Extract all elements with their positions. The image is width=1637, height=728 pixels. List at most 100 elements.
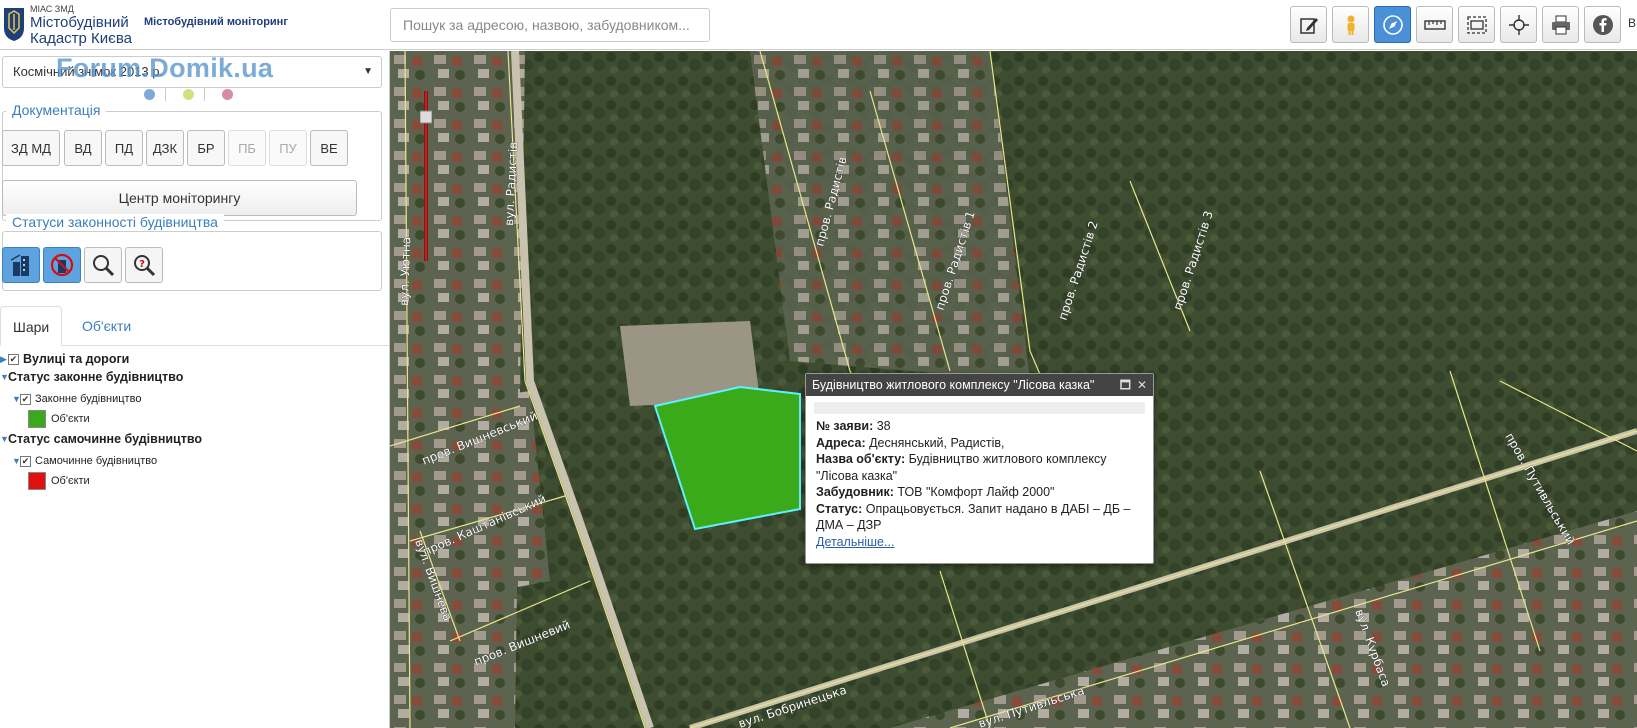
tab-objects[interactable]: Об'єкти (70, 306, 143, 346)
legal-color-swatch (28, 410, 46, 428)
layer-legal-sub[interactable]: ▼ ✔ Законне будівництво (12, 391, 141, 407)
basemap-dot-1[interactable] (144, 89, 155, 100)
legend-illegal-objects: Об'єкти (28, 471, 90, 491)
basemap-dot-3[interactable] (222, 89, 233, 100)
field-value: Деснянський, Радистів, (869, 435, 1005, 450)
expand-arrow-icon[interactable]: ▼ (12, 456, 21, 466)
popup-row-developer: Забудовник: ТОВ "Комфорт Лайф 2000" (816, 484, 1143, 501)
field-label: Статус: (816, 501, 863, 516)
layer-legal-status[interactable]: ▼ Статус законне будівництво (0, 369, 183, 385)
popup-row-app-no: № заяви: 38 (816, 418, 1143, 435)
print-icon (1551, 15, 1570, 34)
popup-header: Будівництво житлового комплексу "Лісова … (806, 374, 1153, 396)
map-toolbar (1290, 6, 1621, 44)
status-title: Статуси законності будівництва (6, 214, 224, 230)
illegal-color-swatch (28, 472, 46, 490)
layer-label: Статус законне будівництво (8, 370, 184, 384)
details-link[interactable]: Детальніше... (816, 535, 894, 549)
popup-image-placeholder (814, 402, 1145, 414)
question-magnifier-icon: ? (134, 255, 156, 277)
legal-construction-filter-button[interactable] (2, 247, 40, 283)
close-icon[interactable]: ✕ (1137, 374, 1147, 396)
popup-title: Будівництво житлового комплексу "Лісова … (812, 378, 1095, 392)
zoom-slider[interactable] (419, 91, 433, 261)
layer-label: Статус самочинне будівництво (8, 432, 203, 446)
kyiv-shield-icon (4, 8, 24, 41)
legend-legal-objects: Об'єкти (28, 409, 90, 429)
doc-button[interactable]: ВД (64, 130, 102, 166)
popup-row-address: Адреса: Деснянський, Радистів, (816, 435, 1143, 452)
compass-button[interactable] (1374, 6, 1411, 43)
residential-area-north (750, 51, 1030, 381)
facebook-icon (1592, 14, 1613, 35)
logo-line2: Кадастр Києва (30, 30, 132, 47)
street-view-button[interactable] (1332, 6, 1369, 43)
doc-button[interactable]: ПБ (228, 130, 266, 166)
measure-area-button[interactable] (1458, 6, 1495, 43)
expand-arrow-icon[interactable]: ▼ (12, 394, 21, 404)
doc-button[interactable]: ПУ (269, 130, 307, 166)
popup-row-name: Назва об'єкту: Будівництво житлового ком… (816, 451, 1143, 484)
compass-icon (1382, 14, 1403, 35)
logo[interactable]: МІАС ЗМД Містобудівний Кадастр Києва Міс… (0, 2, 380, 48)
magnifier-icon (93, 255, 115, 277)
field-label: № заяви: (816, 419, 874, 433)
monitoring-center-button[interactable]: Центр моніторингу (2, 180, 357, 216)
layer-label: Самочинне будівництво (35, 455, 158, 467)
chevron-down-icon: ▼ (363, 66, 373, 77)
field-value: Опрацьовується. Запит надано в ДАБІ – ДБ… (816, 501, 1131, 533)
sidebar-tabs: Шари Об'єкти (0, 306, 389, 346)
unknown-status-filter-button[interactable]: ? (125, 247, 163, 283)
field-label: Назва об'єкту: (816, 452, 906, 466)
illegal-construction-filter-button[interactable] (43, 247, 81, 283)
search-input[interactable] (390, 8, 710, 42)
street-label: вул. Уютна (397, 237, 413, 307)
map-view[interactable]: вул. Радистів вул. Уютна пров. Радистів … (390, 51, 1637, 728)
tab-layers[interactable]: Шари (0, 306, 63, 346)
ruler-icon (1423, 19, 1446, 30)
popup-row-status: Статус: Опрацьовується. Запит надано в Д… (816, 501, 1143, 534)
crosshair-button[interactable] (1500, 6, 1537, 43)
layer-illegal-sub[interactable]: ▼ ✔ Самочинне будівництво (12, 453, 157, 469)
collapse-arrow-icon[interactable]: ▶ (0, 354, 8, 365)
residential-area-west (390, 51, 525, 728)
layer-checkbox[interactable]: ✔ (20, 393, 31, 405)
sidebar: Космічний знімок 2013 р. ▼ Forum.Domik.u… (0, 51, 390, 728)
field-value: 38 (876, 419, 891, 433)
basemap-dot-2[interactable] (183, 89, 194, 100)
expand-arrow-icon[interactable]: ▼ (0, 372, 9, 382)
search-filter-button[interactable] (84, 247, 122, 283)
layer-checkbox[interactable]: ✔ (20, 455, 31, 467)
header: МІАС ЗМД Містобудівний Кадастр Києва Міс… (0, 0, 1637, 50)
field-label: Забудовник: (816, 485, 894, 499)
edit-button[interactable] (1290, 6, 1327, 43)
layer-roads[interactable]: ▶ ✔ Вулиці та дороги (0, 351, 129, 367)
doc-button[interactable]: ДЗК (146, 130, 184, 166)
field-value: ТОВ "Комфорт Лайф 2000" (897, 485, 1055, 499)
layer-label: Вулиці та дороги (23, 352, 130, 366)
app-root: МІАС ЗМД Містобудівний Кадастр Києва Міс… (0, 0, 1637, 728)
zoom-slider-track[interactable] (419, 91, 433, 261)
edge-label: B (1628, 16, 1637, 30)
layer-illegal-status[interactable]: ▼ Статус самочинне будівництво (0, 431, 202, 447)
legend-label: Об'єкти (51, 413, 90, 425)
ruler-button[interactable] (1416, 6, 1453, 43)
layer-label: Законне будівництво (35, 393, 142, 405)
facebook-button[interactable] (1584, 6, 1621, 43)
doc-button[interactable]: ВЕ (310, 130, 348, 166)
field-label: Адреса: (816, 435, 866, 450)
print-button[interactable] (1542, 6, 1579, 43)
feature-popup: Будівництво житлового комплексу "Лісова … (805, 373, 1154, 564)
watermark: Forum.Domik.ua (56, 53, 274, 83)
layer-checkbox[interactable]: ✔ (8, 353, 19, 365)
street-view-person-icon (1347, 15, 1354, 35)
expand-arrow-icon[interactable]: ▼ (0, 434, 9, 444)
doc-button[interactable]: ПД (105, 130, 143, 166)
doc-button[interactable]: БР (187, 130, 225, 166)
doc-button[interactable]: ЗД МД (2, 130, 60, 166)
edit-icon (1299, 17, 1318, 34)
logo-line1: Містобудівний (30, 14, 129, 31)
maximize-icon[interactable]: 🗖 (1120, 374, 1131, 396)
crosshair-icon (1508, 14, 1529, 35)
no-building-icon (50, 253, 74, 277)
